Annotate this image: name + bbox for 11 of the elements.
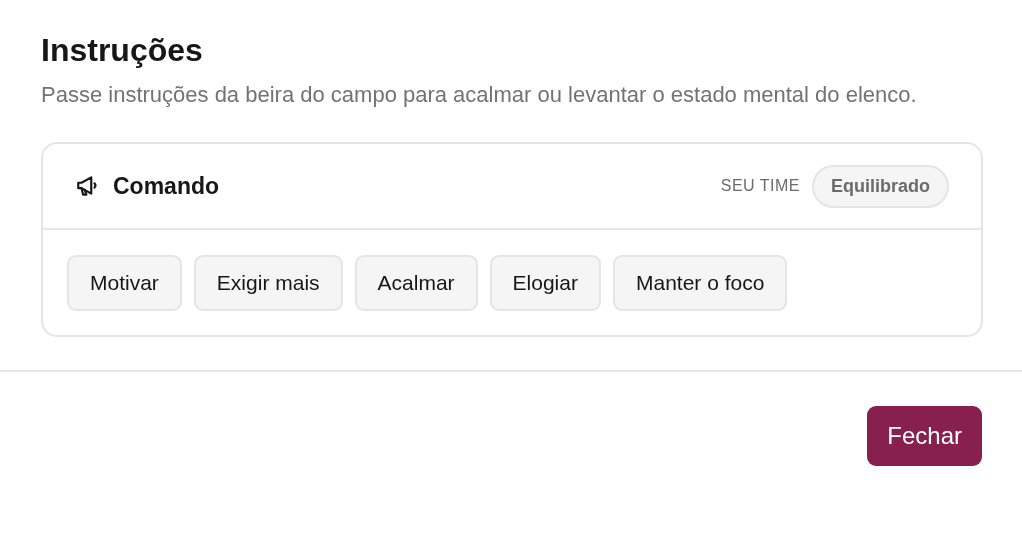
dialog-description: Passe instruções da beira do campo para acalmar ou levantar o estado mental do elenco. (41, 81, 918, 109)
card-title: Comando (113, 172, 220, 200)
command-button[interactable]: Manter o foco (612, 255, 788, 311)
team-state-badge: Equilibrado (812, 164, 949, 208)
dialog-title: Instruções (41, 31, 203, 70)
command-button[interactable]: Elogiar (489, 255, 601, 311)
team-label: SEU TIME (720, 177, 800, 195)
command-button[interactable]: Exigir mais (193, 255, 343, 311)
command-button[interactable]: Motivar (67, 255, 182, 311)
close-button[interactable]: Fechar (867, 406, 982, 466)
command-button[interactable]: Acalmar (354, 255, 478, 311)
